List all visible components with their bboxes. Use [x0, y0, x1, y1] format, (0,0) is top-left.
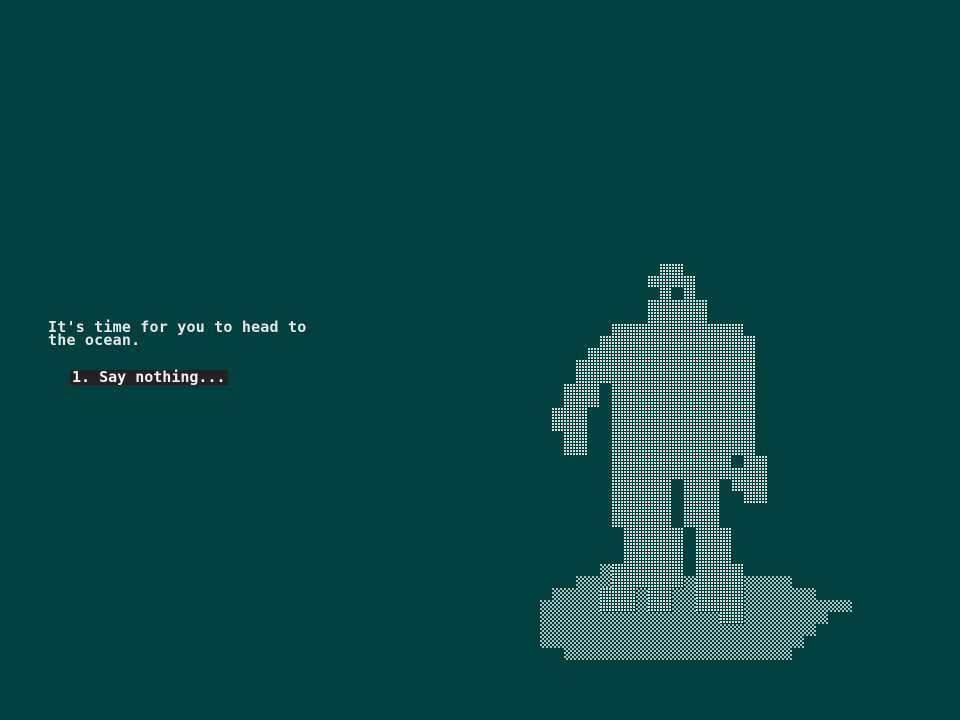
choice-item: 1. Say nothing...	[70, 369, 228, 387]
game-screen: It's time for you to head to the ocean. …	[0, 0, 960, 720]
robot-figure	[552, 264, 768, 624]
choice-say-nothing[interactable]: 1. Say nothing...	[70, 370, 228, 385]
narration-line-2: the ocean.	[48, 331, 141, 349]
scene-illustration	[540, 264, 852, 660]
choice-list: 1. Say nothing...	[70, 369, 228, 387]
narration-text: It's time for you to head to the ocean.	[48, 320, 408, 349]
